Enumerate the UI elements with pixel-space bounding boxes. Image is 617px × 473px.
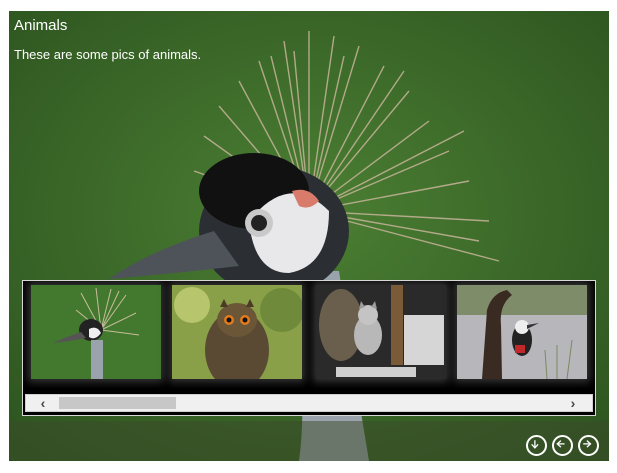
thumbnail-cat[interactable] (316, 285, 446, 379)
thumbnail-list (23, 281, 595, 388)
down-button[interactable] (526, 435, 547, 456)
thumbnail-scrollbar[interactable]: ‹ › (25, 394, 593, 412)
crane-thumbnail-icon (31, 285, 161, 379)
next-button[interactable] (578, 435, 599, 456)
down-arrow-icon (531, 440, 539, 449)
previous-button[interactable] (552, 435, 573, 456)
thumbnail-crane[interactable] (31, 285, 161, 379)
thumbnail-woodpecker[interactable] (457, 285, 587, 379)
right-arrow-icon (583, 440, 592, 448)
gallery-title: Animals (14, 17, 68, 34)
scroll-left-button[interactable]: ‹ (34, 395, 52, 411)
left-arrow-icon (556, 440, 565, 448)
scroll-right-button[interactable]: › (564, 395, 582, 411)
woodpecker-thumbnail-icon (457, 285, 587, 379)
gallery-description: These are some pics of animals. (14, 47, 202, 62)
owl-thumbnail-icon (172, 285, 302, 379)
scrollbar-thumb[interactable] (59, 397, 176, 409)
thumbnail-strip: ‹ › (22, 280, 596, 416)
gallery-viewport: Animals These are some pics of animals. (9, 11, 609, 461)
cat-thumbnail-icon (316, 285, 446, 379)
thumbnail-owl[interactable] (172, 285, 302, 379)
